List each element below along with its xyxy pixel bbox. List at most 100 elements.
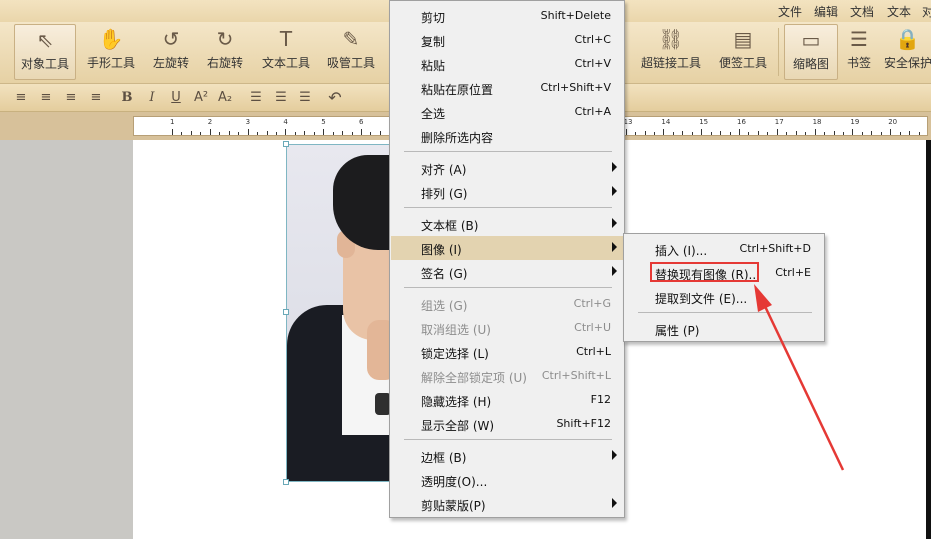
menu-edit[interactable]: 编辑 bbox=[814, 3, 838, 20]
resize-handle[interactable] bbox=[283, 479, 289, 485]
rotate-right-button[interactable]: ↻ 右旋转 bbox=[200, 24, 250, 80]
menu-item-image[interactable]: 图像 (I) bbox=[391, 236, 623, 260]
ruler-tick bbox=[351, 132, 353, 135]
ruler-tick bbox=[890, 129, 892, 135]
menu-object[interactable]: 对 bbox=[922, 3, 931, 20]
menu-item-opacity[interactable]: 透明度(O)... bbox=[391, 468, 623, 492]
context-menu: 剪切 Shift+Delete 复制 Ctrl+C 粘贴 Ctrl+V 粘贴在原位置 C… bbox=[389, 0, 625, 518]
align-center-icon[interactable]: ≡ bbox=[37, 89, 55, 107]
menu-item-group[interactable]: 组选 (G) Ctrl+G bbox=[391, 292, 623, 316]
ruler-tick bbox=[361, 129, 362, 135]
ruler-tick bbox=[729, 132, 731, 135]
selected-image[interactable] bbox=[286, 144, 390, 482]
security-button[interactable]: 🔒 安全保护 bbox=[884, 24, 931, 80]
menu-item-unlock-all[interactable]: 解除全部锁定项 (U) Ctrl+Shift+L bbox=[391, 364, 623, 388]
menu-item-select-all[interactable]: 全选 Ctrl+A bbox=[391, 100, 623, 124]
image-hand bbox=[367, 320, 389, 380]
hand-icon: ✋ bbox=[98, 27, 124, 51]
menu-item-show-all[interactable]: 显示全部 (W) Shift+F12 bbox=[391, 412, 623, 436]
ruler-tick bbox=[285, 129, 287, 135]
ruler-tick bbox=[682, 131, 684, 135]
undo-icon[interactable]: ↶ bbox=[326, 89, 344, 107]
menu-separator bbox=[404, 207, 612, 208]
ruler-label: 16 bbox=[737, 118, 746, 126]
ruler-tick bbox=[219, 132, 221, 135]
ruler-tick bbox=[266, 131, 268, 135]
ruler-tick bbox=[776, 129, 778, 135]
text-tool-button[interactable]: T 文本工具 bbox=[256, 24, 316, 80]
thumbnail-icon: ▭ bbox=[801, 28, 821, 52]
hand-tool-button[interactable]: ✋ 手形工具 bbox=[82, 24, 140, 80]
line-spacing-2-icon[interactable]: ☰ bbox=[272, 89, 290, 107]
italic-icon[interactable]: I bbox=[143, 89, 161, 107]
thumbnail-button[interactable]: ▭ 缩略图 bbox=[784, 24, 838, 80]
superscript-icon[interactable]: A² bbox=[192, 89, 210, 107]
rotate-left-button[interactable]: ↺ 左旋转 bbox=[146, 24, 196, 80]
menu-item-paste-in-place[interactable]: 粘贴在原位置 Ctrl+Shift+V bbox=[391, 76, 623, 100]
ruler-tick bbox=[625, 129, 627, 135]
menu-separator bbox=[404, 439, 612, 440]
menu-file[interactable]: 文件 bbox=[778, 3, 802, 20]
ruler-tick bbox=[275, 132, 277, 135]
ruler-tick bbox=[767, 132, 769, 135]
menu-item-copy[interactable]: 复制 Ctrl+C bbox=[391, 28, 623, 52]
ruler-tick bbox=[909, 131, 911, 135]
underline-icon[interactable]: U bbox=[167, 89, 185, 107]
ruler-tick bbox=[786, 132, 788, 135]
ruler-tick bbox=[842, 132, 844, 135]
resize-handle[interactable] bbox=[283, 309, 289, 315]
ruler-label: 15 bbox=[699, 118, 709, 126]
line-spacing-1-icon[interactable]: ☰ bbox=[247, 89, 265, 107]
menu-text[interactable]: 文本 bbox=[887, 3, 911, 20]
submenu-item-insert[interactable]: 插入 (I)... Ctrl+Shift+D bbox=[625, 237, 823, 261]
ruler-tick bbox=[323, 129, 325, 135]
workspace-margin bbox=[0, 140, 133, 539]
menu-item-clipping-mask[interactable]: 剪贴蒙版(P) bbox=[391, 492, 623, 516]
menu-item-delete[interactable]: 删除所选内容 bbox=[391, 124, 623, 148]
menu-item-hide[interactable]: 隐藏选择 (H) F12 bbox=[391, 388, 623, 412]
eyedropper-tool-button[interactable]: ✎ 吸管工具 bbox=[322, 24, 380, 80]
align-justify-icon[interactable]: ≡ bbox=[87, 89, 105, 107]
menu-item-textbox[interactable]: 文本框 (B) bbox=[391, 212, 623, 236]
menu-separator bbox=[638, 312, 812, 313]
subscript-icon[interactable]: A₂ bbox=[216, 89, 234, 107]
menu-item-border[interactable]: 边框 (B) bbox=[391, 444, 623, 468]
submenu-arrow-icon bbox=[612, 186, 617, 196]
menu-document[interactable]: 文档 bbox=[850, 3, 874, 20]
page-edge bbox=[926, 140, 931, 539]
ruler-label: 3 bbox=[245, 118, 251, 126]
line-spacing-3-icon[interactable]: ☰ bbox=[296, 89, 314, 107]
ruler-tick bbox=[247, 129, 249, 135]
menu-item-align[interactable]: 对齐 (A) bbox=[391, 156, 623, 180]
ruler-tick bbox=[861, 132, 863, 135]
ruler-tick bbox=[663, 129, 665, 135]
menu-item-arrange[interactable]: 排列 (G) bbox=[391, 180, 623, 204]
link-tool-button[interactable]: ⛓ 超链接工具 bbox=[638, 24, 704, 80]
submenu-arrow-icon bbox=[612, 218, 617, 228]
menu-item-paste[interactable]: 粘贴 Ctrl+V bbox=[391, 52, 623, 76]
bookmark-icon: ☰ bbox=[850, 27, 868, 51]
submenu-item-extract[interactable]: 提取到文件 (E)... bbox=[625, 285, 823, 309]
menu-item-ungroup[interactable]: 取消组选 (U) Ctrl+U bbox=[391, 316, 623, 340]
align-right-icon[interactable]: ≡ bbox=[62, 89, 80, 107]
menu-item-lock[interactable]: 锁定选择 (L) Ctrl+L bbox=[391, 340, 623, 364]
object-tool-button[interactable]: ⇖ 对象工具 bbox=[14, 24, 76, 80]
ruler-tick bbox=[720, 131, 722, 135]
resize-handle[interactable] bbox=[283, 141, 289, 147]
ruler-tick bbox=[899, 132, 901, 135]
submenu-arrow-icon bbox=[612, 162, 617, 172]
ruler-tick bbox=[257, 132, 259, 135]
submenu-arrow-icon bbox=[612, 242, 617, 252]
align-left-icon[interactable]: ≡ bbox=[12, 89, 30, 107]
submenu-item-properties[interactable]: 属性 (P) bbox=[625, 317, 823, 341]
note-tool-button[interactable]: ▤ 便签工具 bbox=[714, 24, 772, 80]
menu-item-signature[interactable]: 签名 (G) bbox=[391, 260, 623, 284]
text-icon: T bbox=[279, 27, 293, 51]
eyedropper-icon: ✎ bbox=[342, 27, 360, 51]
ruler-tick bbox=[294, 132, 296, 135]
ruler-tick bbox=[672, 132, 674, 135]
bookmark-button[interactable]: ☰ 书签 bbox=[842, 24, 876, 80]
menu-item-cut[interactable]: 剪切 Shift+Delete bbox=[391, 4, 623, 28]
bold-icon[interactable]: B bbox=[118, 89, 136, 107]
ruler-tick bbox=[190, 131, 192, 135]
